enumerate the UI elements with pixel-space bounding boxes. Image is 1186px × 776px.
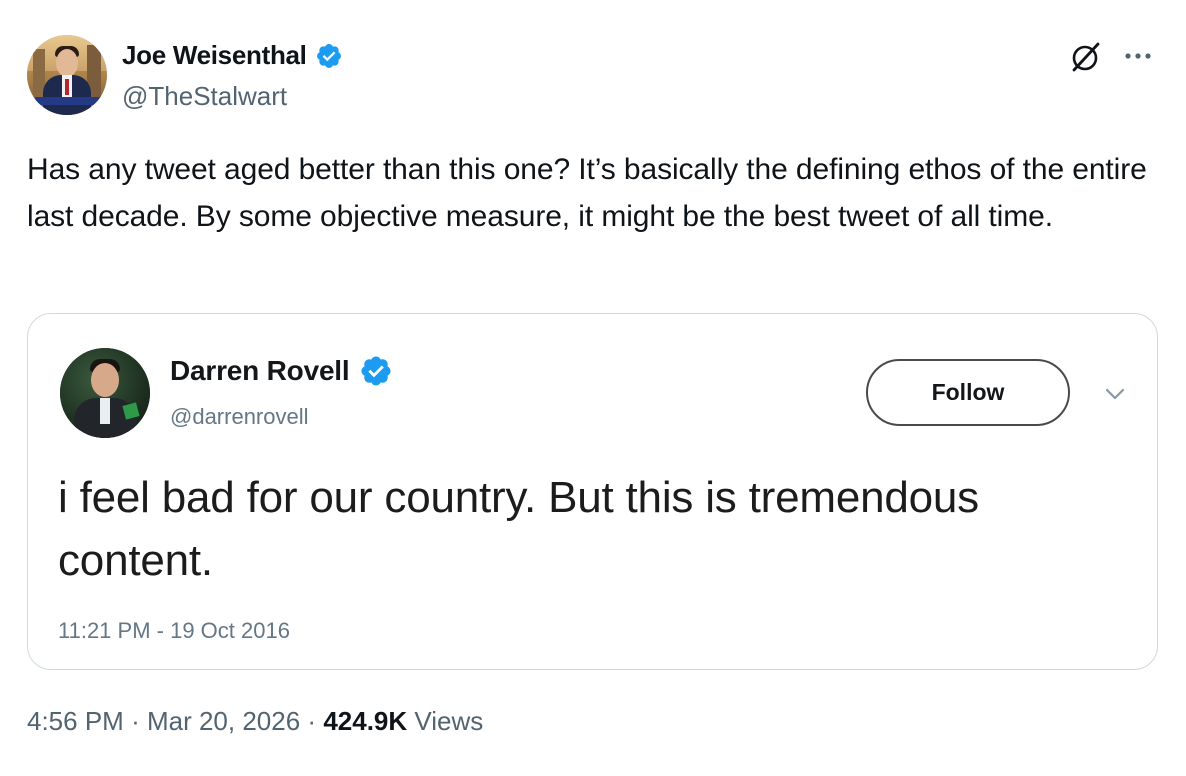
- author-avatar[interactable]: [27, 35, 107, 115]
- verified-badge-icon: [361, 356, 391, 386]
- views-count[interactable]: 424.9K: [323, 706, 407, 736]
- more-horizontal-icon[interactable]: [1120, 44, 1156, 68]
- embedded-author-avatar[interactable]: [60, 348, 150, 438]
- tweet-date[interactable]: Mar 20, 2026: [147, 706, 300, 736]
- follow-button[interactable]: Follow: [866, 359, 1070, 426]
- embedded-tweet-card[interactable]: Darren Rovell @darrenrovell Follow i fee…: [27, 313, 1158, 670]
- tweet-meta: 4:56 PM · Mar 20, 2026 · 424.9K Views: [27, 706, 483, 737]
- tweet-text: Has any tweet aged better than this one?…: [27, 153, 1147, 233]
- tweet-time[interactable]: 4:56 PM: [27, 706, 124, 736]
- chevron-down-icon[interactable]: [1104, 386, 1126, 402]
- embedded-timestamp: 11:21 PM - 19 Oct 2016: [58, 618, 290, 643]
- author-display-name[interactable]: Joe Weisenthal: [122, 40, 307, 71]
- meta-separator: ·: [307, 706, 317, 736]
- author-handle[interactable]: @TheStalwart: [122, 81, 287, 112]
- author-name-row: Joe Weisenthal: [122, 40, 343, 71]
- views-label: Views: [414, 706, 484, 736]
- embedded-display-name[interactable]: Darren Rovell: [170, 355, 350, 387]
- embedded-name-row: Darren Rovell: [170, 354, 393, 388]
- meta-separator: ·: [131, 706, 140, 736]
- embedded-tweet-text: i feel bad for our country. But this is …: [58, 473, 979, 585]
- verified-badge-icon: [316, 43, 341, 68]
- embedded-handle[interactable]: @darrenrovell: [170, 404, 309, 430]
- tweet: Joe Weisenthal @TheStalwart Has any twee…: [0, 0, 1186, 776]
- grok-icon[interactable]: [1068, 40, 1102, 74]
